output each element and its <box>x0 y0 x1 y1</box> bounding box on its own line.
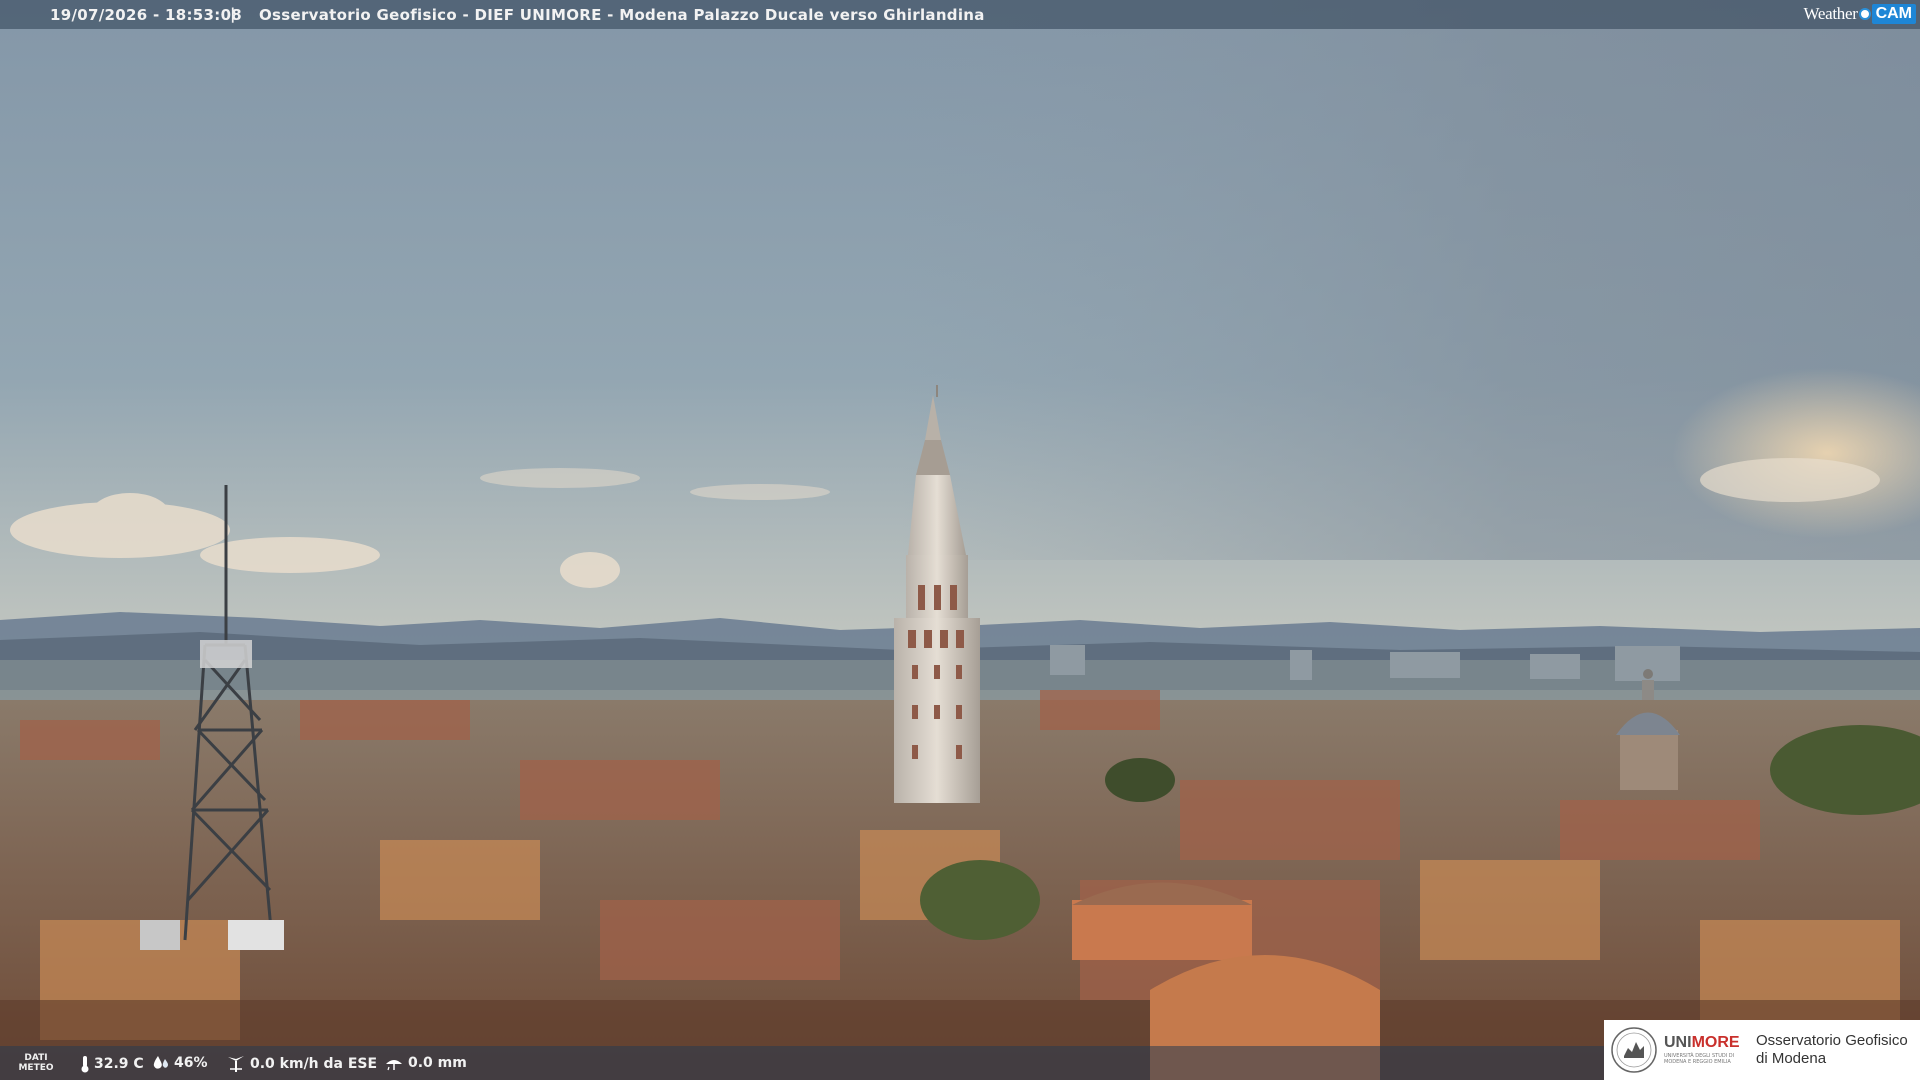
temperature-reading: 32.9 C <box>80 1055 144 1073</box>
webcam-scene <box>0 0 1920 1080</box>
weathercam-logo: Weather CAM <box>1803 2 1916 26</box>
unimore-name-uni: UNI <box>1664 1034 1692 1051</box>
unimore-name: UNIMORE <box>1664 1035 1744 1051</box>
humidity-value: 46% <box>174 1055 208 1071</box>
observatory-name-line2: di Modena <box>1756 1050 1827 1067</box>
weathercam-logo-weather: Weather <box>1803 4 1858 23</box>
weather-data-label: DATI METEO <box>18 1053 54 1073</box>
wind-value: 0.0 km/h da ESE <box>250 1056 378 1072</box>
weather-data-label-line2: METEO <box>18 1063 54 1073</box>
top-status-bar: 19/07/2026 - 18:53:08 | Osservatorio Geo… <box>0 0 1920 29</box>
unimore-logo-box: UNIMORE UNIVERSITÀ DEGLI STUDI DI MODENA… <box>1604 1020 1920 1080</box>
wind-reading: 0.0 km/h da ESE <box>226 1055 377 1073</box>
camera-title: Osservatorio Geofisico - DIEF UNIMORE - … <box>259 6 985 24</box>
weathercam-logo-cam: CAM <box>1871 4 1916 24</box>
timestamp: 19/07/2026 - 18:53:08 <box>50 6 243 24</box>
wind-icon <box>228 1056 244 1072</box>
unimore-name-more: MORE <box>1691 1034 1740 1051</box>
rain-icon <box>386 1060 402 1071</box>
rain-reading: 0.0 mm <box>384 1055 467 1071</box>
humidity-icon <box>153 1056 168 1069</box>
temperature-value: 32.9 C <box>94 1056 144 1072</box>
observatory-name-line1: Osservatorio Geofisico <box>1756 1032 1908 1049</box>
unimore-subtitle: UNIVERSITÀ DEGLI STUDI DI MODENA E REGGI… <box>1664 1053 1735 1065</box>
weather-data-label-line1: DATI <box>24 1053 48 1063</box>
unimore-seal-icon <box>1611 1027 1657 1073</box>
thermometer-icon <box>81 1056 89 1073</box>
weathercam-logo-dot-icon <box>1858 8 1871 20</box>
rain-value: 0.0 mm <box>408 1055 467 1071</box>
humidity-reading: 46% <box>152 1055 208 1071</box>
unimore-wordmark: UNIMORE UNIVERSITÀ DEGLI STUDI DI MODENA… <box>1664 1035 1744 1066</box>
title-separator: | <box>230 5 236 23</box>
observatory-name: Osservatorio Geofisico di Modena <box>1756 1032 1908 1068</box>
weather-data-bar: DATI METEO 32.9 C 46% 0.0 km/h da ESE 0.… <box>0 1046 1620 1080</box>
